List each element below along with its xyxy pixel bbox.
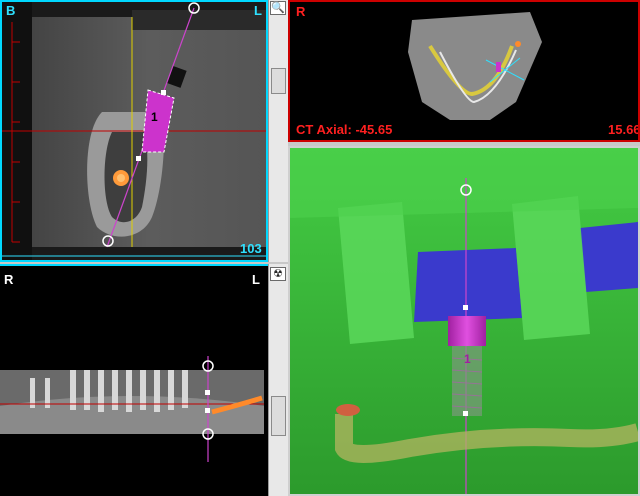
ct-axial-label: CT Axial: -45.65 — [296, 122, 393, 137]
sagittal-view[interactable]: B L 1 103 — [0, 0, 268, 262]
render-implant-number: 1 — [464, 352, 471, 366]
sagittal-corner-left: B — [6, 3, 16, 18]
axial-right-value: 15.66 — [608, 122, 640, 137]
panoramic-corner-left: R — [4, 272, 14, 287]
panoramic-image — [0, 266, 268, 496]
sagittal-scrollbar[interactable]: 🔍 — [268, 0, 288, 262]
panoramic-scrollbar[interactable]: ☢ — [268, 264, 288, 496]
sagittal-corner-right: L — [254, 3, 262, 18]
implant-number-label: 1 — [151, 110, 158, 124]
render-3d-view[interactable]: 1 — [288, 146, 640, 496]
panoramic-scroll-thumb[interactable] — [271, 396, 286, 436]
radiation-icon[interactable]: ☢ — [270, 267, 286, 281]
axial-view[interactable]: R CT Axial: -45.65 15.66 — [288, 0, 640, 142]
render-3d-image — [290, 148, 638, 494]
axial-corner-left: R — [296, 4, 306, 19]
panoramic-corner-right: L — [252, 272, 260, 287]
axial-image — [290, 2, 638, 140]
magnifier-icon[interactable]: 🔍 — [270, 1, 286, 15]
sagittal-scroll-thumb[interactable] — [271, 68, 286, 94]
panoramic-view[interactable]: R L — [0, 264, 268, 496]
slice-number: 103 — [240, 241, 262, 256]
sagittal-image — [2, 2, 266, 260]
